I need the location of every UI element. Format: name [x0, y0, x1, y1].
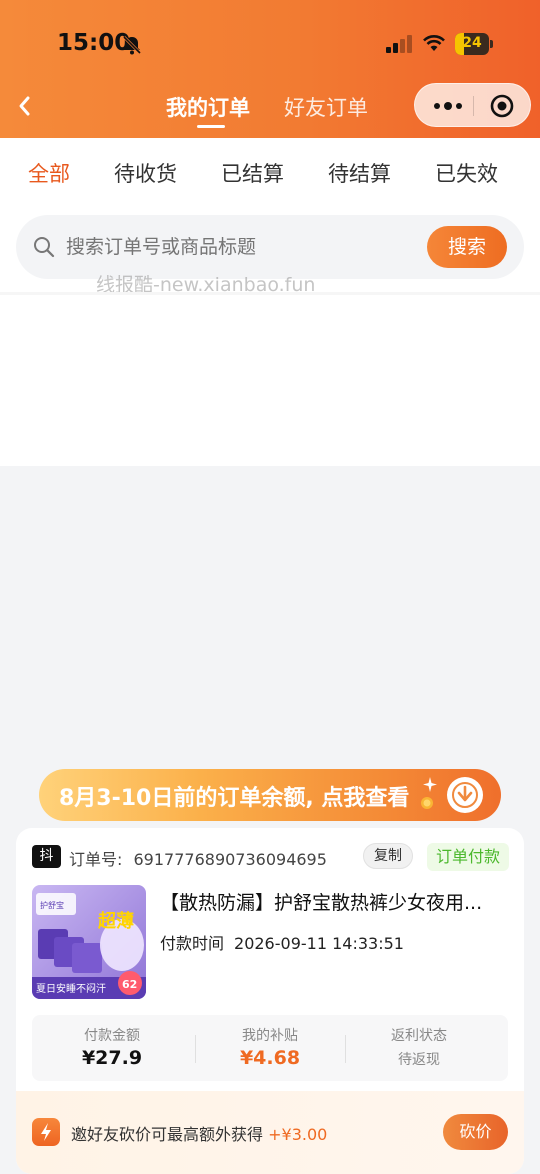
bargain-button[interactable]: 砍价 [443, 1114, 508, 1150]
arrow-down-icon [452, 782, 478, 808]
filter-tab-to-receive[interactable]: 待收货 [114, 158, 177, 188]
invite-text: 邀好友砍价可最高额外获得 +¥3.00 [71, 1121, 327, 1145]
stat-value: ¥4.68 [239, 1047, 301, 1069]
lightning-icon [32, 1118, 60, 1146]
status-time: 15:00 [57, 30, 131, 56]
back-button[interactable] [12, 88, 38, 124]
balance-banner[interactable]: 8月3-10日前的订单余额, 点我查看 [39, 769, 501, 821]
stat-value: ¥27.9 [81, 1047, 143, 1069]
filter-tab-settled[interactable]: 已结算 [221, 158, 284, 188]
order-number: 6917776890736094695 [133, 850, 327, 869]
more-icon[interactable] [432, 96, 464, 116]
invite-bargain-bar: 邀好友砍价可最高额外获得 +¥3.00 砍价 [16, 1091, 524, 1174]
order-stats: 付款金额 ¥27.9 我的补贴 ¥4.68 返利状态 待返现 [32, 1015, 508, 1081]
stat-label: 付款金额 [84, 1028, 140, 1044]
stat-rebate-status: 返利状态 待返现 [339, 1025, 499, 1069]
copy-order-number-button[interactable]: 复制 [363, 843, 413, 869]
pay-time-row: 付款时间 2026-09-11 14:33:51 [160, 930, 404, 954]
active-tab-indicator [197, 125, 225, 128]
chevron-left-icon [19, 96, 30, 116]
miniprogram-capsule [414, 83, 531, 127]
stat-my-subsidy: 我的补贴 ¥4.68 [190, 1025, 350, 1069]
filter-tab-expired[interactable]: 已失效 [435, 158, 498, 188]
battery-level: 24 [462, 35, 482, 51]
filter-tab-all[interactable]: 全部 [28, 158, 70, 188]
search-button[interactable]: 搜索 [427, 226, 507, 268]
pay-time-value: 2026-09-11 14:33:51 [234, 934, 404, 953]
douyin-platform-icon: 抖 [32, 845, 61, 868]
stat-paid-amount: 付款金额 ¥27.9 [32, 1025, 192, 1069]
pay-time-label: 付款时间 [160, 934, 225, 953]
filter-tab-pending-settlement[interactable]: 待结算 [328, 158, 391, 188]
divider [0, 292, 540, 295]
banner-arrow-button[interactable] [447, 777, 483, 813]
wifi-icon [423, 35, 445, 51]
invite-message: 邀好友砍价可最高额外获得 [71, 1125, 264, 1144]
product-title[interactable]: 【散热防漏】护舒宝散热裤少女夜用... [160, 888, 510, 915]
invite-amount: +¥3.00 [268, 1125, 328, 1144]
product-image-big-text: 超薄 [98, 910, 134, 932]
product-package-image: 护舒宝 超薄 夏日安睡不闷汗 62 [32, 885, 146, 999]
search-icon [34, 237, 55, 258]
bell-muted-icon [122, 35, 142, 55]
tab-friend-orders[interactable]: 好友订单 [284, 92, 368, 122]
signal-icon [386, 35, 412, 53]
product-image-brand: 护舒宝 [40, 900, 64, 910]
product-image[interactable]: 护舒宝 超薄 夏日安睡不闷汗 62 [32, 885, 146, 999]
stat-label: 返利状态 [391, 1028, 447, 1044]
order-status-badge: 订单付款 [427, 843, 509, 871]
order-number-row: 订单号: 6917776890736094695 [69, 846, 327, 870]
header-bar: 15:00 24 我的订单 好友订单 [0, 0, 540, 138]
banner-text: 8月3-10日前的订单余额, 点我查看 [59, 786, 410, 811]
battery-icon: 24 [455, 33, 493, 55]
stat-value: 待返现 [398, 1052, 440, 1068]
close-miniprogram-icon[interactable] [490, 94, 514, 118]
product-image-badge: 62 [122, 978, 137, 991]
order-card[interactable]: 抖 订单号: 6917776890736094695 复制 订单付款 护舒宝 超… [16, 828, 524, 1174]
tab-my-orders[interactable]: 我的订单 [166, 92, 250, 122]
product-image-slogan: 夏日安睡不闷汗 [36, 982, 106, 995]
order-number-label: 订单号: [69, 850, 123, 869]
sparkle-icon [421, 777, 437, 809]
stat-label: 我的补贴 [242, 1028, 298, 1044]
